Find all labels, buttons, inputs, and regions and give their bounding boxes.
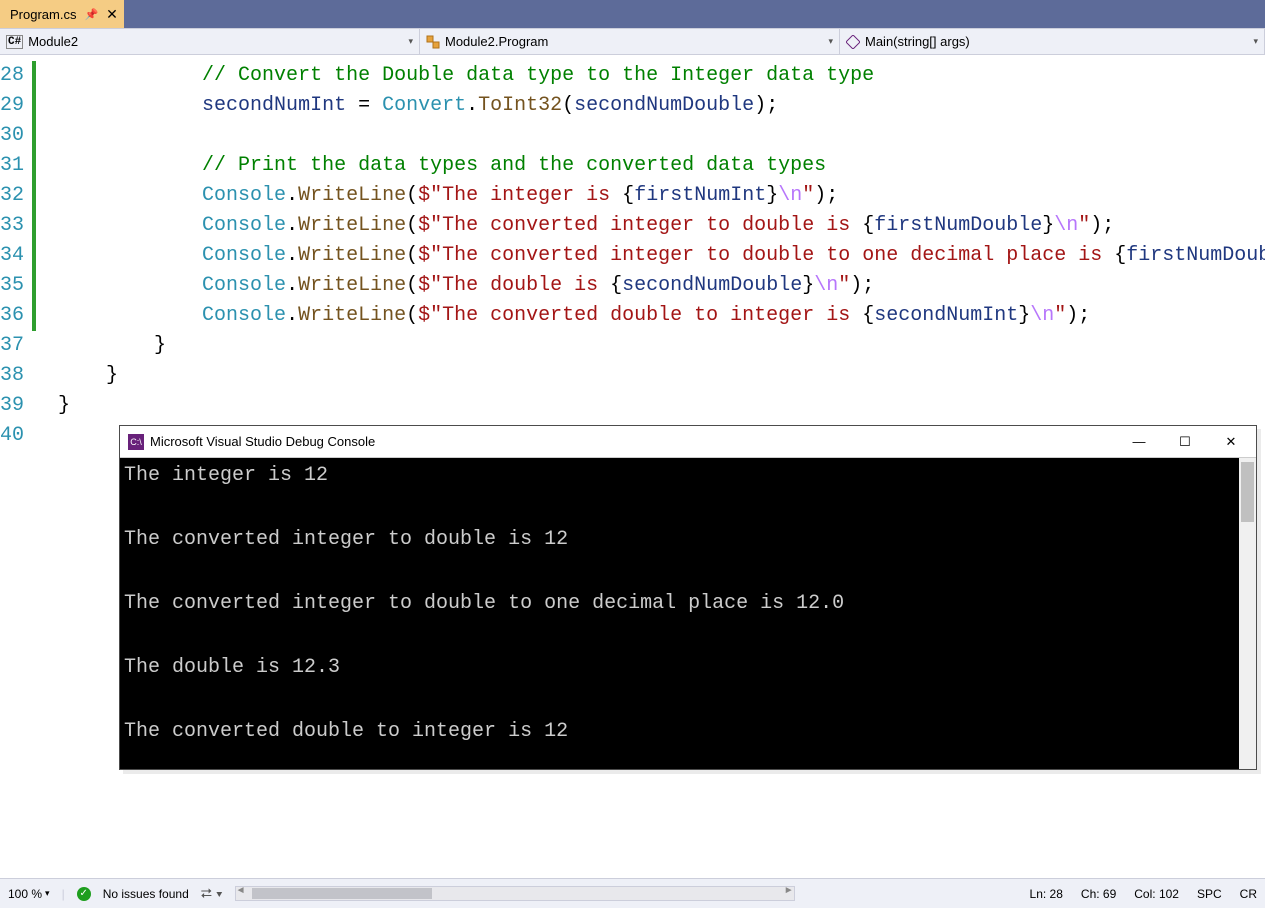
chevron-down-icon: ▾ bbox=[828, 36, 833, 47]
line-number: 38 bbox=[0, 361, 24, 391]
line-number: 36 bbox=[0, 301, 24, 331]
error-nav-icon[interactable]: ⮂ ▾ bbox=[201, 885, 223, 902]
code-content[interactable]: // Convert the Double data type to the I… bbox=[32, 55, 1265, 421]
space-mode[interactable]: SPC bbox=[1197, 887, 1222, 901]
chevron-down-icon: ▾ bbox=[45, 888, 50, 899]
console-app-icon: C:\ bbox=[128, 434, 144, 450]
check-icon: ✓ bbox=[77, 887, 91, 901]
line-number: 28 bbox=[0, 61, 24, 91]
line-number: 32 bbox=[0, 181, 24, 211]
class-dropdown[interactable]: Module2.Program ▾ bbox=[420, 29, 840, 54]
console-scrollbar[interactable] bbox=[1239, 458, 1256, 769]
line-number: 30 bbox=[0, 121, 24, 151]
line-number: 29 bbox=[0, 91, 24, 121]
method-dropdown[interactable]: Main(string[] args) ▾ bbox=[840, 29, 1265, 54]
class-icon bbox=[426, 35, 440, 49]
project-dropdown[interactable]: C# Module2 ▾ bbox=[0, 29, 420, 54]
document-tab-bar: Program.cs 📌 ✕ bbox=[0, 0, 1265, 28]
line-number: 35 bbox=[0, 271, 24, 301]
close-icon[interactable]: ✕ bbox=[106, 6, 118, 23]
line-ending[interactable]: CR bbox=[1240, 887, 1257, 901]
minimize-button[interactable]: ― bbox=[1116, 427, 1162, 457]
line-number: 34 bbox=[0, 241, 24, 271]
console-title-text: Microsoft Visual Studio Debug Console bbox=[150, 434, 1116, 449]
line-number: 39 bbox=[0, 391, 24, 421]
csharp-icon: C# bbox=[6, 35, 23, 49]
issues-text[interactable]: No issues found bbox=[103, 887, 189, 901]
chevron-down-icon: ▾ bbox=[1253, 36, 1258, 47]
zoom-dropdown[interactable]: 100 % ▾ bbox=[8, 887, 50, 901]
line-number-gutter: 28 29 30 31 32 33 34 35 36 37 38 39 40 bbox=[0, 55, 32, 878]
line-number: 33 bbox=[0, 211, 24, 241]
method-icon bbox=[846, 35, 860, 49]
char-indicator[interactable]: Ch: 69 bbox=[1081, 887, 1116, 901]
line-indicator[interactable]: Ln: 28 bbox=[1030, 887, 1063, 901]
close-button[interactable]: ✕ bbox=[1208, 427, 1254, 457]
class-name: Module2.Program bbox=[445, 34, 823, 49]
debug-console-window: C:\ Microsoft Visual Studio Debug Consol… bbox=[119, 425, 1257, 770]
maximize-button[interactable]: ☐ bbox=[1162, 427, 1208, 457]
change-margin bbox=[32, 55, 40, 878]
col-indicator[interactable]: Col: 102 bbox=[1134, 887, 1179, 901]
horizontal-scrollbar[interactable] bbox=[235, 886, 795, 901]
chevron-down-icon: ▾ bbox=[408, 36, 413, 47]
document-tab-program[interactable]: Program.cs 📌 ✕ bbox=[0, 0, 124, 28]
pin-icon[interactable]: 📌 bbox=[84, 8, 98, 21]
method-name: Main(string[] args) bbox=[865, 34, 1248, 49]
tab-title: Program.cs bbox=[10, 7, 76, 22]
console-output[interactable]: The integer is 12 The converted integer … bbox=[120, 458, 1239, 769]
console-titlebar[interactable]: C:\ Microsoft Visual Studio Debug Consol… bbox=[120, 426, 1256, 458]
line-number: 37 bbox=[0, 331, 24, 361]
status-bar: 100 % ▾ | ✓ No issues found ⮂ ▾ Ln: 28 C… bbox=[0, 878, 1265, 908]
line-number: 31 bbox=[0, 151, 24, 181]
line-number: 40 bbox=[0, 421, 24, 451]
code-navigation-bar: C# Module2 ▾ Module2.Program ▾ Main(stri… bbox=[0, 28, 1265, 55]
project-name: Module2 bbox=[28, 34, 403, 49]
